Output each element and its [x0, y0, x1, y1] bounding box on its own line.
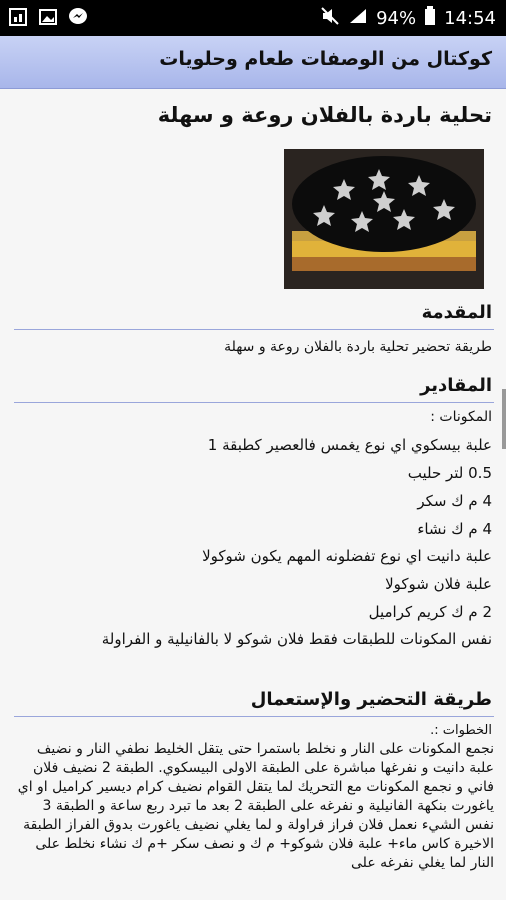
battery-percent: 94% [376, 7, 417, 29]
intro-text: طريقة تحضير تحلية باردة بالفلان روعة و س… [224, 339, 492, 355]
signal-icon [348, 7, 368, 30]
intro-heading: المقدمة [421, 302, 492, 323]
recipe-title: تحلية باردة بالفلان روعة و سهلة [157, 103, 492, 127]
app-bar: كوكتال من الوصفات طعام وحلويات [0, 36, 506, 89]
ingredient-item: 4 م ك سكر [417, 492, 492, 510]
clock: 14:54 [444, 7, 496, 29]
steps-label: الخطوات :. [430, 723, 492, 738]
ingredient-item: 0.5 لتر حليب [407, 464, 492, 482]
scrollbar[interactable] [502, 389, 506, 449]
ingredients-divider [14, 402, 494, 403]
steps-text: نجمع المكونات على النار و نخلط باستمرا ح… [17, 741, 494, 871]
gallery-icon [8, 7, 28, 27]
method-divider [14, 716, 494, 717]
method-heading: طريقة التحضير والإستعمال [250, 689, 492, 710]
messenger-icon [68, 7, 88, 27]
image-icon [38, 7, 58, 27]
status-bar: 94% 14:54 [0, 0, 506, 36]
battery-icon [424, 5, 436, 31]
ingredient-item: المكونات : [430, 409, 492, 425]
mute-icon [320, 6, 340, 31]
ingredients-heading: المقادير [420, 375, 492, 396]
ingredient-item: نفس المكونات للطبقات فقط فلان شوكو لا با… [101, 630, 492, 648]
ingredient-item: علبة دانيت اي نوع تفضلونه المهم يكون شوك… [202, 547, 492, 565]
recipe-photo [284, 149, 484, 289]
ingredient-item: 2 م ك كريم كراميل [368, 603, 492, 621]
ingredient-item: علبة فلان شوكولا [385, 575, 492, 593]
intro-divider [14, 329, 494, 330]
ingredient-item: علبة بيسكوي اي نوع يغمس فالعصير كطبقة 1 [207, 436, 492, 454]
recipe-content[interactable]: تحلية باردة بالفلان روعة و سهلة المقدمة … [0, 89, 506, 900]
app-title: كوكتال من الوصفات طعام وحلويات [159, 48, 492, 70]
ingredient-item: 4 م ك نشاء [417, 520, 492, 538]
